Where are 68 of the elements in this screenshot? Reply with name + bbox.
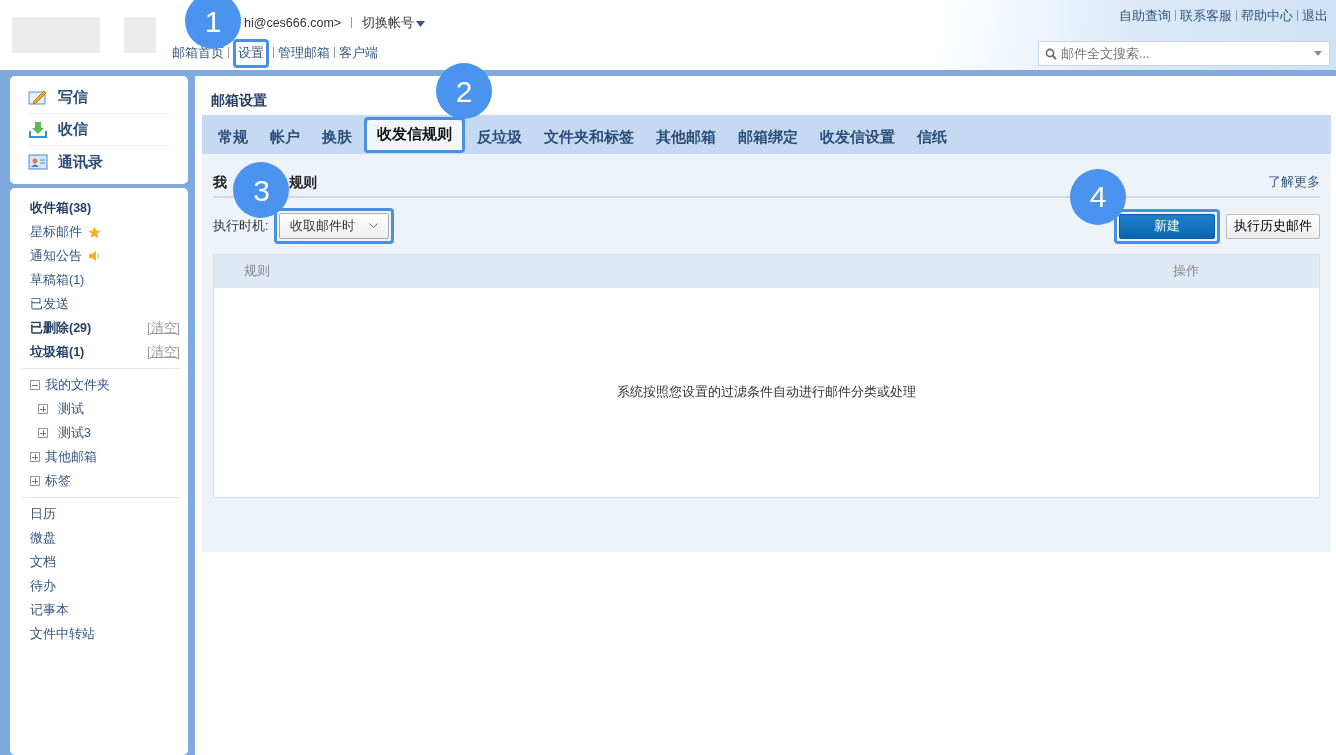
header-link[interactable]: 帮助中心 bbox=[1241, 9, 1293, 23]
callout-badge: 4 bbox=[1070, 168, 1126, 225]
settings-tab[interactable]: 其他邮箱 bbox=[646, 122, 726, 154]
folder-link[interactable]: 草稿箱(1) bbox=[30, 270, 85, 290]
folder-link[interactable]: 星标邮件 bbox=[30, 222, 82, 242]
folder-link[interactable]: 已删除(29) bbox=[30, 318, 92, 338]
contacts-icon bbox=[28, 152, 48, 172]
folder-link[interactable]: 其他邮箱 bbox=[45, 447, 97, 467]
sidebar-quick-action[interactable]: 写信 bbox=[28, 82, 170, 114]
header-link[interactable]: 管理邮箱 bbox=[278, 46, 330, 60]
settings-tab[interactable]: 信纸 bbox=[907, 122, 957, 154]
app-link[interactable]: 日历 bbox=[30, 504, 56, 524]
dropdown-icon bbox=[1314, 51, 1322, 56]
search-field[interactable]: 邮件全文搜索... bbox=[1038, 41, 1330, 66]
settings-tab[interactable]: 邮箱绑定 bbox=[728, 122, 808, 154]
account-email: hi@ces666.com> bbox=[244, 16, 342, 30]
empty-state-text: 系统按照您设置的过滤条件自动进行邮件分类或处理 bbox=[617, 384, 916, 402]
header-link[interactable]: 联系客服 bbox=[1180, 9, 1232, 23]
column-header: 操作 bbox=[1173, 263, 1199, 281]
new-rule-button[interactable]: 新建 bbox=[1119, 213, 1215, 239]
header-link[interactable]: 客户端 bbox=[339, 46, 378, 60]
folder-link[interactable]: 垃圾箱(1) bbox=[30, 342, 85, 362]
header-link[interactable]: 设置 bbox=[238, 44, 264, 63]
timing-dropdown[interactable]: 收取邮件时 bbox=[279, 213, 390, 239]
header-link[interactable]: 退出 bbox=[1302, 9, 1328, 23]
expand-icon[interactable] bbox=[38, 428, 48, 438]
settings-tab[interactable]: 换肤 bbox=[312, 122, 362, 154]
settings-tab[interactable]: 收发信设置 bbox=[810, 122, 905, 154]
folder-link[interactable]: 测试3 bbox=[58, 423, 91, 443]
section-title: 规则 bbox=[289, 172, 317, 192]
folder-link[interactable]: 通知公告 bbox=[30, 246, 82, 266]
app-link[interactable]: 文档 bbox=[30, 552, 56, 572]
expand-icon[interactable] bbox=[30, 452, 40, 462]
learn-more-link[interactable]: 了解更多 bbox=[1268, 172, 1320, 192]
timing-label: 执行时机: bbox=[213, 217, 269, 235]
speaker-icon bbox=[88, 250, 100, 262]
expand-icon[interactable] bbox=[30, 476, 40, 486]
app-link[interactable]: 文件中转站 bbox=[30, 624, 95, 644]
folder-link[interactable]: 收件箱(38) bbox=[30, 198, 92, 218]
caret-icon bbox=[416, 20, 426, 27]
folder-link[interactable]: 我的文件夹 bbox=[45, 375, 110, 395]
page-title: 邮箱设置 bbox=[211, 92, 267, 108]
settings-tab[interactable]: 文件夹和标签 bbox=[534, 122, 644, 154]
settings-tab[interactable]: 收发信规则 bbox=[367, 120, 462, 150]
callout-badge: 2 bbox=[436, 63, 492, 119]
column-header: 规则 bbox=[244, 263, 270, 281]
header-link[interactable]: 自助查询 bbox=[1119, 9, 1171, 23]
sidebar-quick-action[interactable]: 收信 bbox=[28, 114, 170, 146]
folder-link[interactable]: 测试 bbox=[58, 399, 84, 419]
app-link[interactable]: 记事本 bbox=[30, 600, 69, 620]
settings-tab[interactable]: 常规 bbox=[208, 122, 258, 154]
receive-icon bbox=[28, 119, 48, 140]
sidebar-quick-action[interactable]: 通讯录 bbox=[28, 146, 170, 178]
callout-badge: 3 bbox=[233, 162, 290, 218]
settings-tab[interactable]: 帐户 bbox=[260, 122, 310, 154]
history-mail-button[interactable]: 执行历史邮件 bbox=[1226, 213, 1320, 239]
search-icon bbox=[1045, 48, 1057, 60]
expand-icon[interactable] bbox=[38, 404, 48, 414]
app-link[interactable]: 微盘 bbox=[30, 528, 56, 548]
folder-link[interactable]: 已发送 bbox=[30, 294, 69, 314]
chevron-icon bbox=[369, 223, 379, 229]
section-title: 我 bbox=[213, 172, 227, 192]
app-link[interactable]: 待办 bbox=[30, 576, 56, 596]
star-icon bbox=[88, 225, 101, 239]
switch-account-link[interactable]: 切换帐号 bbox=[362, 16, 415, 30]
folder-link[interactable]: 标签 bbox=[45, 471, 71, 491]
collapse-icon[interactable] bbox=[30, 380, 40, 390]
settings-tab[interactable]: 反垃圾 bbox=[467, 122, 532, 154]
